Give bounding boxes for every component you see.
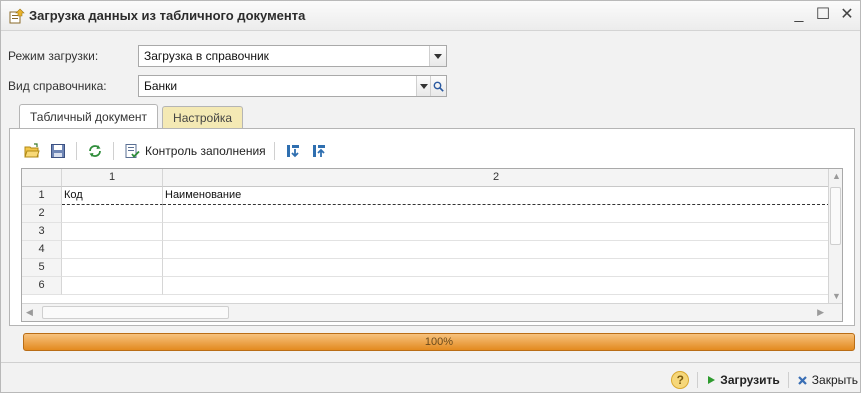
checklist-icon (125, 144, 140, 158)
row-number[interactable]: 4 (22, 241, 62, 259)
mode-dropdown-button[interactable] (429, 46, 446, 66)
play-icon (708, 376, 716, 384)
load-button-label: Загрузить (720, 373, 780, 387)
maximize-button[interactable]: ☐ (814, 4, 832, 26)
move-up-button[interactable] (309, 141, 329, 161)
row-number[interactable]: 5 (22, 259, 62, 277)
table-cell[interactable] (62, 205, 163, 223)
mode-label: Режим загрузки: (8, 49, 99, 63)
close-button[interactable]: Закрыть (797, 373, 858, 387)
table-cell[interactable] (163, 223, 830, 241)
spreadsheet-toolbar: Контроль заполнения (22, 139, 329, 163)
column-header[interactable]: 2 (163, 169, 830, 187)
window-title: Загрузка данных из табличного документа (29, 8, 306, 23)
scroll-left-icon[interactable]: ◀ (26, 307, 33, 318)
mode-select-value: Загрузка в справочник (144, 49, 269, 63)
table-cell[interactable] (163, 277, 830, 295)
toolbar-separator (76, 142, 77, 160)
fill-control-icon-button[interactable] (122, 141, 142, 161)
chevron-down-icon (419, 83, 428, 89)
table-cell[interactable]: Наименование (163, 187, 830, 205)
table-cell[interactable]: Код (62, 187, 163, 205)
row-number[interactable]: 3 (22, 223, 62, 241)
horizontal-scroll-thumb[interactable] (42, 306, 229, 319)
toolbar-separator (273, 142, 275, 160)
import-down-icon (286, 145, 299, 158)
table-row: 6 (22, 277, 830, 295)
close-icon (798, 375, 807, 385)
row-number[interactable]: 1 (22, 187, 62, 205)
catalog-search-button[interactable] (430, 76, 446, 96)
table-cell[interactable] (163, 241, 830, 259)
mode-select[interactable]: Загрузка в справочник (138, 45, 447, 67)
row-number[interactable]: 6 (22, 277, 62, 295)
scroll-right-icon[interactable]: ▶ (817, 307, 824, 318)
spreadsheet-grid[interactable]: 1 2 1 Код Наименование 2 3 4 5 6 ▲ ▼ ◀ ▶ (21, 168, 843, 322)
scroll-down-icon[interactable]: ▼ (832, 291, 841, 301)
vertical-scrollbar[interactable]: ▲ ▼ (828, 169, 842, 303)
column-header[interactable]: 1 (62, 169, 163, 187)
footer-separator (697, 372, 699, 388)
table-row: 5 (22, 259, 830, 277)
grid-corner-cell (22, 169, 62, 187)
dialog-footer: ? Загрузить Закрыть (671, 369, 858, 391)
vertical-scroll-thumb[interactable] (830, 187, 841, 245)
table-row: 2 (22, 205, 830, 223)
close-window-button[interactable]: ✕ (838, 4, 856, 26)
refresh-button[interactable] (85, 141, 105, 161)
fill-control-button[interactable]: Контроль заполнения (145, 144, 266, 158)
table-cell[interactable] (62, 223, 163, 241)
footer-divider (1, 362, 860, 363)
table-cell[interactable] (62, 259, 163, 277)
grid-header-row: 1 2 (22, 169, 830, 187)
open-folder-icon (24, 143, 40, 158)
table-row: 1 Код Наименование (22, 187, 830, 205)
row-number[interactable]: 2 (22, 205, 62, 223)
chevron-down-icon (434, 53, 442, 59)
tab-spreadsheet[interactable]: Табличный документ (19, 104, 159, 129)
window-controls: _ ☐ ✕ (790, 4, 856, 26)
catalog-dropdown-button[interactable] (416, 76, 430, 96)
table-row: 3 (22, 223, 830, 241)
table-row: 4 (22, 241, 830, 259)
horizontal-scrollbar[interactable]: ◀ ▶ (22, 303, 842, 321)
table-cell[interactable] (62, 277, 163, 295)
spreadsheet-panel: Контроль заполнения 1 2 1 Код Наименован… (9, 128, 855, 326)
footer-separator (787, 372, 789, 388)
search-icon (433, 81, 444, 92)
dialog-window: Загрузка данных из табличного документа … (0, 0, 861, 393)
tab-settings-label: Настройка (173, 110, 233, 125)
catalog-label: Вид справочника: (8, 79, 107, 93)
open-file-button[interactable] (22, 141, 42, 161)
save-file-button[interactable] (48, 141, 68, 161)
scroll-up-icon[interactable]: ▲ (832, 171, 841, 181)
tab-settings[interactable]: Настройка (162, 106, 244, 128)
refresh-icon (89, 145, 101, 157)
toolbar-separator (113, 142, 114, 160)
move-down-button[interactable] (283, 141, 303, 161)
table-cell[interactable] (62, 241, 163, 259)
catalog-select-value: Банки (144, 79, 178, 93)
mode-row: Режим загрузки: (8, 45, 98, 67)
help-icon[interactable]: ? (671, 371, 690, 389)
catalog-row: Вид справочника: (8, 75, 107, 97)
tab-strip: Табличный документ Настройка (19, 104, 244, 129)
load-button[interactable]: Загрузить (706, 373, 780, 387)
table-cell[interactable] (163, 259, 830, 277)
catalog-select[interactable]: Банки (138, 75, 447, 97)
progress-text: 100% (424, 336, 454, 348)
tab-spreadsheet-label: Табличный документ (30, 110, 148, 124)
close-button-label: Закрыть (811, 373, 858, 387)
save-icon (51, 144, 65, 158)
title-bar: Загрузка данных из табличного документа … (1, 1, 860, 31)
import-up-icon (312, 145, 325, 157)
data-import-icon (9, 8, 25, 24)
progress-bar: 100% (23, 333, 855, 351)
table-cell[interactable] (163, 205, 830, 223)
minimize-button[interactable]: _ (790, 4, 808, 26)
